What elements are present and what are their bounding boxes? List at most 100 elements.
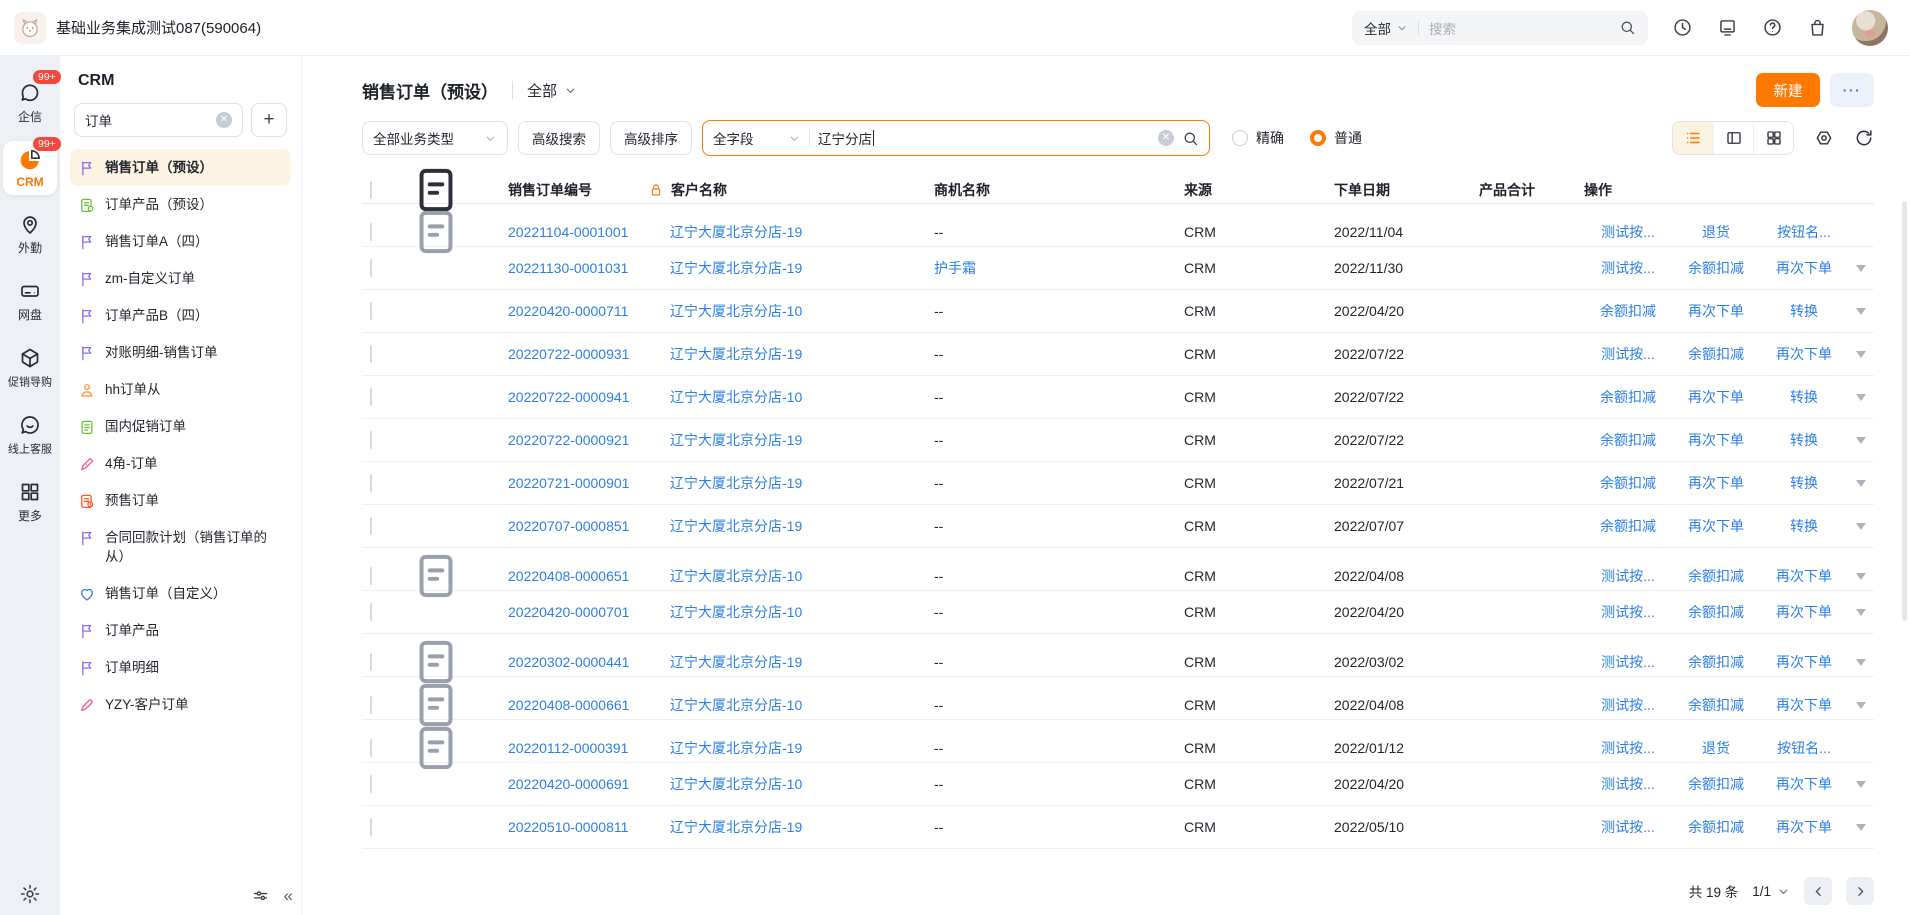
more-actions-dropdown[interactable] [1848,394,1874,401]
action-link[interactable]: 余额扣减 [1672,258,1760,278]
more-actions-dropdown[interactable] [1848,781,1874,788]
sidebar-item-2[interactable]: 订单产品（预设） [70,186,291,223]
action-link[interactable]: 按钮名... [1760,222,1848,242]
action-link[interactable]: 余额扣减 [1672,566,1760,586]
action-link[interactable]: 再次下单 [1760,774,1848,794]
order-number-link[interactable]: 20220420-0000691 [508,776,629,792]
action-link[interactable]: 测试按... [1584,652,1672,672]
order-number-link[interactable]: 20221104-0001001 [508,224,628,240]
select-all-checkbox[interactable] [370,181,372,199]
action-link[interactable]: 测试按... [1584,344,1672,364]
action-link[interactable]: 再次下单 [1672,301,1760,321]
action-link[interactable]: 余额扣减 [1584,473,1672,493]
customer-link[interactable]: 辽宁大厦北京分店-10 [670,774,802,794]
business-type-select[interactable]: 全部业务类型 [362,121,508,155]
action-link[interactable]: 再次下单 [1760,652,1848,672]
more-actions-dropdown[interactable] [1848,265,1874,272]
row-checkbox[interactable] [370,696,372,714]
more-actions-dropdown[interactable] [1848,437,1874,444]
row-checkbox[interactable] [370,259,372,277]
action-link[interactable]: 余额扣减 [1584,430,1672,450]
customer-link[interactable]: 辽宁大厦北京分店-10 [670,301,802,321]
action-link[interactable]: 测试按... [1584,817,1672,837]
vertical-scrollbar[interactable] [1902,201,1907,621]
more-actions-dropdown[interactable] [1848,659,1874,666]
clear-keyword-icon[interactable]: ✕ [1158,130,1174,146]
customer-link[interactable]: 辽宁大厦北京分店-19 [670,652,802,672]
action-link[interactable]: 再次下单 [1672,473,1760,493]
more-actions-dropdown[interactable] [1848,824,1874,831]
action-link[interactable]: 转换 [1760,473,1848,493]
order-number-link[interactable]: 20220420-0000711 [508,303,628,319]
action-link[interactable]: 再次下单 [1760,695,1848,715]
sidebar-item-14[interactable]: 订单明细 [70,649,291,686]
more-actions-dropdown[interactable] [1848,308,1874,315]
order-number-link[interactable]: 20221130-0001031 [508,260,628,276]
action-link[interactable]: 再次下单 [1672,430,1760,450]
more-actions-dropdown[interactable] [1848,702,1874,709]
row-checkbox[interactable] [370,775,372,793]
shopping-bag-icon[interactable] [1807,17,1828,38]
clear-search-icon[interactable]: ✕ [216,112,232,128]
action-link[interactable]: 余额扣减 [1672,695,1760,715]
order-number-link[interactable]: 20220408-0000651 [508,568,629,584]
customer-link[interactable]: 辽宁大厦北京分店-19 [670,817,802,837]
sidebar-item-4[interactable]: zm-自定义订单 [70,260,291,297]
split-view-button[interactable] [1713,122,1753,154]
action-link[interactable]: 转换 [1760,516,1848,536]
row-checkbox[interactable] [370,474,372,492]
history-clock-icon[interactable] [1672,17,1693,38]
order-number-link[interactable]: 20220408-0000661 [508,697,629,713]
action-link[interactable]: 测试按... [1584,774,1672,794]
row-checkbox[interactable] [370,603,372,621]
search-icon[interactable] [1182,130,1199,147]
action-link[interactable]: 余额扣减 [1672,652,1760,672]
customer-link[interactable]: 辽宁大厦北京分店-19 [670,344,802,364]
nav-settings-sliders-icon[interactable] [251,886,270,905]
row-checkbox[interactable] [370,567,372,585]
action-link[interactable]: 退货 [1672,738,1760,758]
order-number-link[interactable]: 20220721-0000901 [508,475,629,491]
customer-link[interactable]: 辽宁大厦北京分店-10 [670,602,802,622]
sidebar-item-3[interactable]: 销售订单A（四） [70,223,291,260]
action-link[interactable]: 再次下单 [1760,566,1848,586]
action-link[interactable]: 测试按... [1584,695,1672,715]
sidebar-item-9[interactable]: 4角-订单 [70,445,291,482]
customer-link[interactable]: 辽宁大厦北京分店-19 [670,258,802,278]
order-number-link[interactable]: 20220420-0000701 [508,604,629,620]
row-checkbox[interactable] [370,345,372,363]
rail-item-5[interactable]: 促销导购 [3,339,57,396]
order-number-link[interactable]: 20220302-0000441 [508,654,629,670]
row-checkbox[interactable] [370,431,372,449]
refresh-icon[interactable] [1854,128,1874,148]
order-number-link[interactable]: 20220510-0000811 [508,819,628,835]
customer-link[interactable]: 辽宁大厦北京分店-19 [670,430,802,450]
user-avatar[interactable] [1852,10,1888,46]
action-link[interactable]: 转换 [1760,301,1848,321]
more-actions-dropdown[interactable] [1848,609,1874,616]
next-page-button[interactable] [1846,877,1874,905]
row-checkbox[interactable] [370,739,372,757]
sidebar-item-15[interactable]: YZY-客户订单 [70,686,291,723]
sidebar-item-7[interactable]: hh订单从 [70,371,291,408]
action-link[interactable]: 余额扣减 [1584,387,1672,407]
add-object-button[interactable]: + [251,103,287,137]
action-link[interactable]: 按钮名... [1760,738,1848,758]
action-link[interactable]: 再次下单 [1760,817,1848,837]
customer-link[interactable]: 辽宁大厦北京分店-10 [670,566,802,586]
order-number-link[interactable]: 20220722-0000921 [508,432,629,448]
action-link[interactable]: 测试按... [1584,222,1672,242]
action-link[interactable]: 退货 [1672,222,1760,242]
action-link[interactable]: 转换 [1760,430,1848,450]
more-actions-dropdown[interactable] [1848,351,1874,358]
more-actions-dropdown[interactable] [1848,573,1874,580]
help-icon[interactable] [1762,17,1783,38]
sidebar-item-11[interactable]: 合同回款计划（销售订单的从） [70,519,291,575]
customer-link[interactable]: 辽宁大厦北京分店-19 [670,516,802,536]
row-checkbox[interactable] [370,818,372,836]
advanced-search-button[interactable]: 高级搜索 [518,121,600,155]
rail-item-1[interactable]: 99+企信 [3,74,57,131]
customer-link[interactable]: 辽宁大厦北京分店-10 [670,695,802,715]
more-actions-dropdown[interactable] [1848,480,1874,487]
rail-item-3[interactable]: 外勤 [3,205,57,262]
